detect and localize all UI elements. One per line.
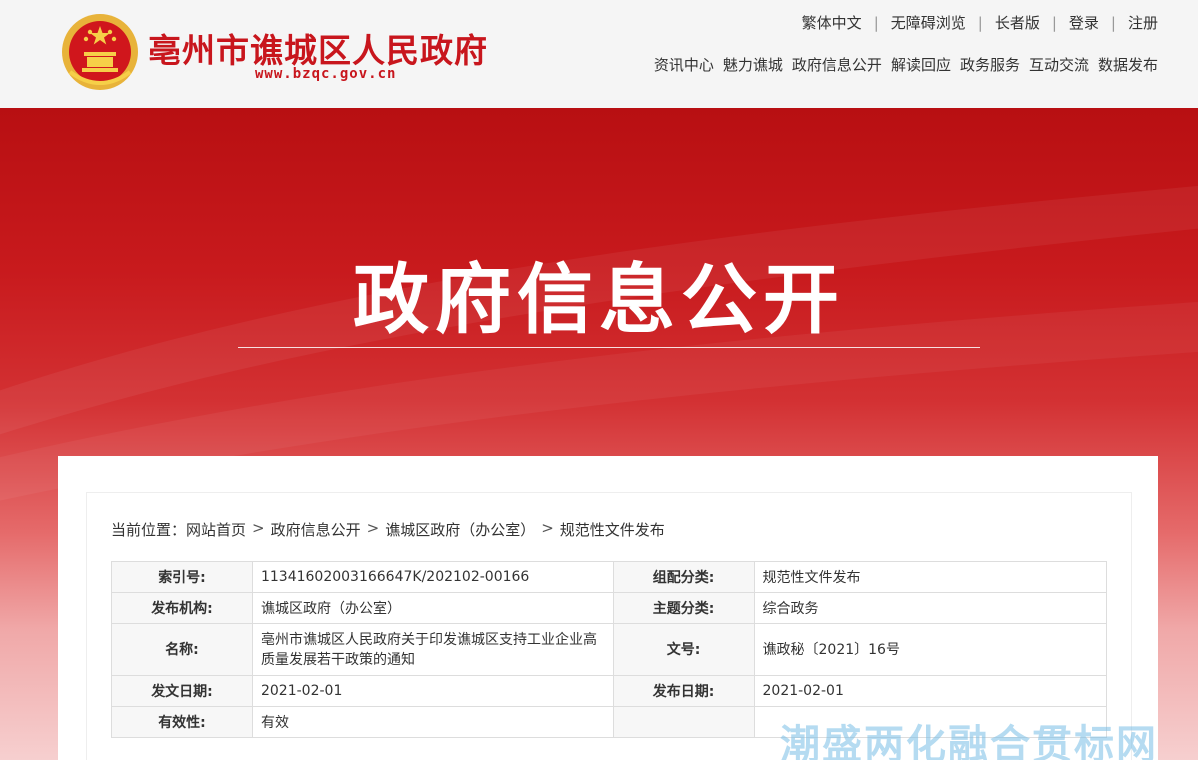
table-row: 发文日期: 2021-02-01 发布日期: 2021-02-01 [111, 675, 1107, 707]
table-row: 索引号: 11341602003166647K/202102-00166 组配分… [111, 561, 1107, 593]
site-header: 亳州市谯城区人民政府 www.bzqc.gov.cn 繁体中文 | 无障碍浏览 … [0, 0, 1198, 108]
breadcrumb-category[interactable]: 规范性文件发布 [560, 519, 665, 540]
breadcrumb-home[interactable]: 网站首页 [186, 519, 246, 540]
validity-value: 有效 [251, 706, 614, 738]
divider: | [977, 13, 983, 32]
index-no-value: 11341602003166647K/202102-00166 [251, 561, 614, 593]
category-value: 规范性文件发布 [753, 561, 1107, 593]
index-no-label: 索引号: [111, 561, 253, 593]
divider: | [1051, 13, 1057, 32]
nav-item-gov-info[interactable]: 政府信息公开 [792, 54, 882, 75]
nav-item-interpretation[interactable]: 解读回应 [891, 54, 951, 75]
nav-item-charm[interactable]: 魅力谯城 [723, 54, 783, 75]
main-nav: 资讯中心 魅力谯城 政府信息公开 解读回应 政务服务 互动交流 数据发布 [645, 54, 1158, 75]
banner-title: 政府信息公开 [353, 255, 845, 344]
issue-date-value: 2021-02-01 [251, 675, 614, 707]
traditional-chinese-link[interactable]: 繁体中文 [802, 12, 862, 33]
nav-item-interaction[interactable]: 互动交流 [1029, 54, 1089, 75]
divider: | [1110, 13, 1116, 32]
publish-date-label: 发布日期: [612, 675, 755, 707]
breadcrumb-arrow: > [541, 519, 554, 537]
table-row: 发布机构: 谯城区政府（办公室） 主题分类: 综合政务 [111, 592, 1107, 624]
publisher-value: 谯城区政府（办公室） [251, 592, 614, 624]
publish-date-value: 2021-02-01 [753, 675, 1107, 707]
register-link[interactable]: 注册 [1128, 12, 1158, 33]
issue-date-label: 发文日期: [111, 675, 253, 707]
topic-value: 综合政务 [753, 592, 1107, 624]
watermark: 潮盛两化融合贯标网 [780, 722, 1158, 760]
breadcrumb-label: 当前位置： [111, 521, 187, 539]
site-url[interactable]: www.bzqc.gov.cn [255, 66, 396, 82]
name-value: 亳州市谯城区人民政府关于印发谯城区支持工业企业高质量发展若干政策的通知 [251, 623, 614, 676]
breadcrumb-gov-info[interactable]: 政府信息公开 [271, 519, 361, 540]
validity-label: 有效性: [111, 706, 253, 738]
table-row: 名称: 亳州市谯城区人民政府关于印发谯城区支持工业企业高质量发展若干政策的通知 … [111, 623, 1107, 676]
nav-item-data[interactable]: 数据发布 [1098, 54, 1158, 75]
site-name[interactable]: 亳州市谯城区人民政府 [148, 24, 488, 72]
utility-links: 繁体中文 | 无障碍浏览 | 长者版 | 登录 | 注册 [802, 12, 1158, 33]
breadcrumb-arrow: > [366, 519, 380, 537]
content-panel: 当前位置： 网站首页 > 政府信息公开 > 谯城区政府（办公室） > 规范性文件… [58, 456, 1158, 760]
accessibility-link[interactable]: 无障碍浏览 [891, 12, 966, 33]
name-label: 名称: [111, 623, 253, 676]
doc-no-label: 文号: [612, 623, 755, 676]
publisher-label: 发布机构: [111, 592, 253, 624]
login-link[interactable]: 登录 [1069, 12, 1099, 33]
nav-item-services[interactable]: 政务服务 [960, 54, 1020, 75]
breadcrumb-arrow: > [252, 519, 265, 537]
national-emblem-icon[interactable] [60, 12, 140, 92]
nav-item-news[interactable]: 资讯中心 [654, 54, 714, 75]
doc-no-value: 谯政秘〔2021〕16号 [753, 623, 1107, 676]
topic-label: 主题分类: [612, 592, 755, 624]
category-label: 组配分类: [612, 561, 755, 593]
empty-cell [612, 706, 755, 738]
breadcrumb: 当前位置： 网站首页 > 政府信息公开 > 谯城区政府（办公室） > 规范性文件… [111, 519, 665, 540]
banner-divider [238, 347, 980, 348]
breadcrumb-office[interactable]: 谯城区政府（办公室） [385, 519, 535, 540]
divider: | [873, 13, 879, 32]
elderly-version-link[interactable]: 长者版 [995, 12, 1040, 33]
